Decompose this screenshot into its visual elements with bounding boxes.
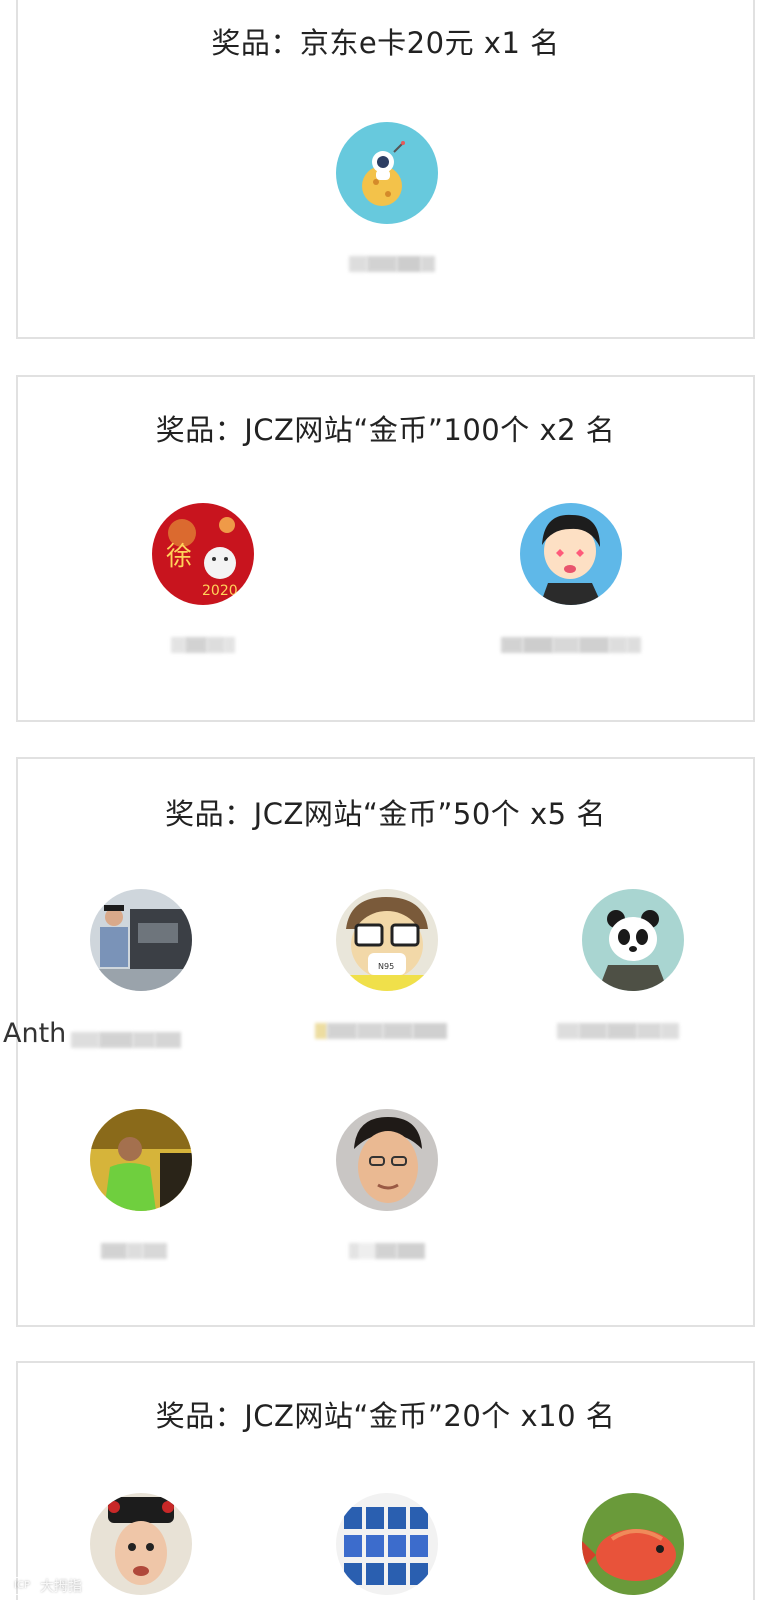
svg-text:2020: 2020 (202, 583, 238, 599)
winner-name (461, 633, 681, 663)
new-year-rat-avatar[interactable]: 徐 2020 (152, 503, 254, 605)
winner-name (523, 1019, 743, 1049)
prize-card-3: 奖品：JCZ网站“金币”50个 x5 名 Anth N95 (3, 757, 755, 1327)
prize-title: 奖品：京东e卡20元 x1 名 (211, 26, 560, 60)
svg-text:N95: N95 (378, 962, 394, 971)
watermark: ICP 大拇指 (8, 1576, 82, 1596)
man-green-shirt-avatar[interactable] (90, 1109, 192, 1211)
prize-title: 奖品：JCZ网站“金币”20个 x10 名 (155, 1399, 616, 1433)
winner-name (277, 1019, 497, 1049)
winner-name-blurred (71, 1018, 181, 1062)
watermark-text: 大拇指 (40, 1579, 82, 1595)
prize-title: 奖品：JCZ网站“金币”100个 x2 名 (155, 413, 616, 447)
watermark-logo: ICP (8, 1577, 36, 1595)
prize-card-4: 奖品：JCZ网站“金币”20个 x10 名 (16, 1361, 755, 1600)
jerseys-avatar[interactable] (336, 1493, 438, 1595)
costume-face-avatar[interactable] (90, 1493, 192, 1595)
prize-card-2: 奖品：JCZ网站“金币”100个 x2 名 徐 2020 (16, 375, 755, 722)
prize-card-1: 奖品：京东e卡20元 x1 名 (16, 0, 755, 339)
page: 奖品：京东e卡20元 x1 名 奖品：JCZ网站“金币”100个 x2 名 徐 … (0, 0, 773, 1600)
winner-name (31, 1239, 251, 1269)
cartoon-glasses-avatar[interactable]: N95 (336, 889, 438, 991)
cartoon-boy-avatar[interactable] (520, 503, 622, 605)
man-with-engine-avatar[interactable] (90, 889, 192, 991)
astronaut-avatar[interactable] (336, 122, 438, 224)
prize-title: 奖品：JCZ网站“金币”50个 x5 名 (165, 797, 606, 831)
winner-name (93, 633, 313, 663)
winner-name (277, 1239, 497, 1269)
winner-name (277, 252, 497, 282)
panda-avatar[interactable] (582, 889, 684, 991)
svg-text:徐: 徐 (166, 542, 192, 572)
man-face-avatar[interactable] (336, 1109, 438, 1211)
red-fish-avatar[interactable] (582, 1493, 684, 1595)
